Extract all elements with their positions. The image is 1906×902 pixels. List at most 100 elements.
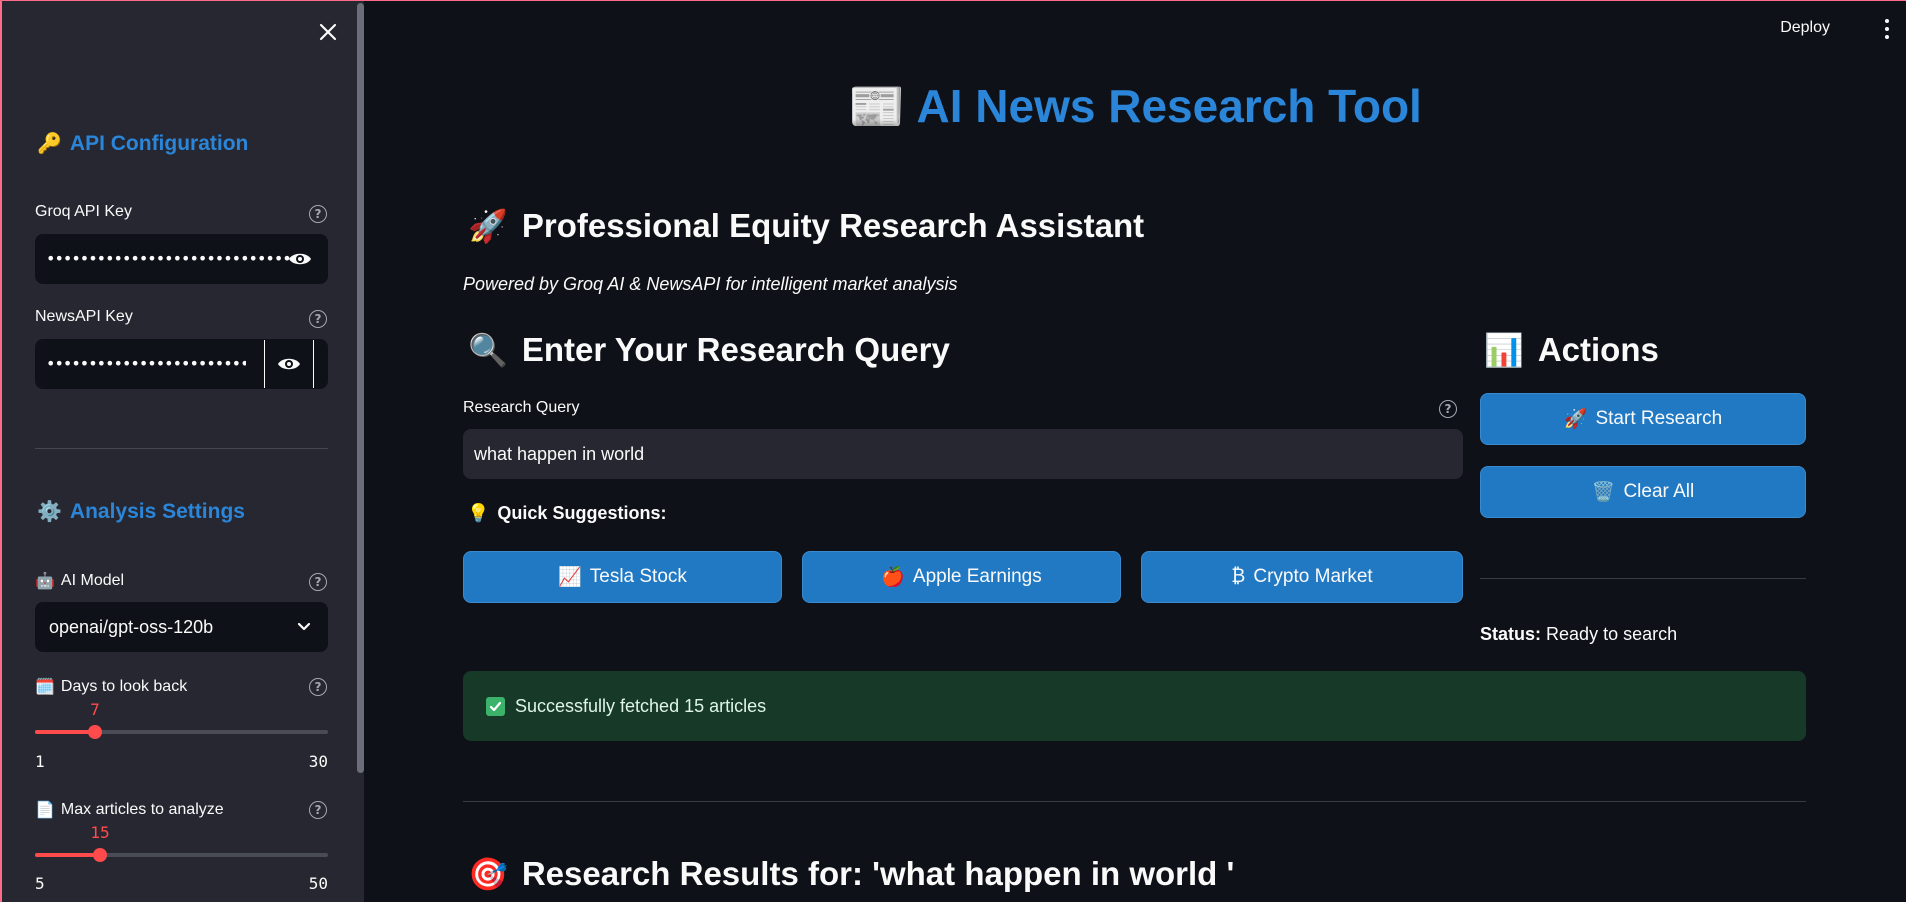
show-password-button[interactable] (286, 247, 314, 271)
close-icon (319, 23, 337, 41)
trash-icon: 🗑️ (1591, 482, 1616, 503)
max-articles-range: 5 50 (35, 874, 328, 893)
rocket-icon: 🚀 (1563, 409, 1588, 430)
magnifier-icon: 🔍 (468, 332, 508, 368)
slider-value: 7 (90, 700, 100, 719)
quick-suggestions-text: Quick Suggestions: (497, 503, 667, 523)
suggestion-label: Apple Earnings (912, 566, 1042, 587)
days-lookback-label: 🗓️ Days to look back (35, 677, 187, 697)
assistant-heading: 🚀 Professional Equity Research Assistant (468, 207, 1144, 245)
suggestion-tesla-stock-button[interactable]: 📈 Tesla Stock (463, 551, 782, 603)
actions-heading: 📊 Actions (1484, 331, 1659, 369)
document-icon: 📄 (35, 802, 55, 819)
newsapi-key-label: NewsAPI Key (35, 308, 133, 325)
main-divider (463, 801, 1806, 802)
eye-icon (289, 253, 311, 265)
ai-model-select[interactable]: openai/gpt-oss-120b (35, 602, 328, 652)
status-text: Status: Ready to search (1480, 624, 1677, 645)
slider-min: 1 (35, 752, 45, 771)
max-articles-label: 📄 Max articles to analyze (35, 800, 224, 820)
key-icon: 🔑 (37, 133, 62, 155)
check-icon (486, 696, 505, 716)
gear-icon: ⚙️ (37, 501, 62, 523)
slider-fill (35, 730, 95, 734)
sidebar-scrollbar[interactable] (357, 3, 364, 773)
start-research-button[interactable]: 🚀 Start Research (1480, 393, 1806, 445)
clear-all-button[interactable]: 🗑️ Clear All (1480, 466, 1806, 518)
max-articles-label-text: Max articles to analyze (60, 801, 224, 818)
sidebar-divider (35, 448, 328, 449)
help-icon[interactable]: ? (1439, 400, 1457, 418)
newsapi-key-value: ••••••••••••••••••••••••••••••••••• (46, 354, 246, 373)
max-articles-slider[interactable]: 15 (35, 823, 328, 865)
groq-api-key-label: Groq API Key (35, 203, 132, 220)
suggestion-apple-earnings-button[interactable]: 🍎 Apple Earnings (802, 551, 1121, 603)
query-heading-text: Enter Your Research Query (521, 331, 950, 368)
suggestion-label: Tesla Stock (589, 566, 687, 587)
page-title: 📰 AI News Research Tool (848, 80, 1422, 132)
slider-fill (35, 853, 100, 857)
success-message: Successfully fetched 15 articles (515, 695, 767, 716)
sidebar: 🔑 API Configuration Groq API Key ? •••••… (0, 0, 364, 902)
research-query-label: Research Query (463, 399, 580, 416)
ai-model-label-text: AI Model (60, 572, 125, 589)
help-icon[interactable]: ? (309, 678, 327, 696)
deploy-button[interactable]: Deploy (1780, 19, 1830, 37)
target-icon: 🎯 (468, 856, 508, 892)
days-lookback-range: 1 30 (35, 752, 328, 771)
status-value: Ready to search (1546, 624, 1678, 644)
show-password-button[interactable] (275, 352, 303, 376)
app-root: 🔑 API Configuration Groq API Key ? •••••… (0, 0, 1906, 902)
days-lookback-label-text: Days to look back (60, 678, 188, 695)
close-sidebar-button[interactable] (314, 18, 342, 46)
bitcoin-icon: ₿ (1231, 566, 1246, 587)
start-research-label: Start Research (1595, 408, 1723, 429)
slider-max: 50 (308, 874, 328, 893)
status-label: Status: (1480, 624, 1542, 644)
lightbulb-icon: 💡 (467, 503, 490, 523)
slider-min: 5 (35, 874, 45, 893)
slider-value: 15 (90, 823, 110, 842)
main-content: Deploy 📰 AI News Research Tool 🚀 Profess… (364, 0, 1906, 902)
query-heading: 🔍 Enter Your Research Query (468, 331, 950, 369)
api-configuration-title: API Configuration (69, 131, 249, 155)
help-icon[interactable]: ? (309, 801, 327, 819)
research-query-input[interactable] (463, 429, 1463, 479)
ai-model-selected-value: openai/gpt-oss-120b (49, 616, 214, 637)
slider-max: 30 (308, 752, 328, 771)
actions-divider (1480, 578, 1806, 579)
suggestion-label: Crypto Market (1253, 566, 1373, 587)
slider-thumb[interactable] (93, 848, 107, 862)
kebab-menu-icon (1885, 19, 1889, 23)
rocket-icon: 🚀 (468, 208, 508, 244)
help-icon[interactable]: ? (309, 205, 327, 223)
calendar-icon: 🗓️ (35, 679, 55, 696)
bar-chart-icon: 📊 (1484, 332, 1524, 368)
help-icon[interactable]: ? (309, 310, 327, 328)
results-heading: 🎯 Research Results for: 'what happen in … (468, 855, 1234, 893)
quick-suggestions-label: 💡 Quick Suggestions: (467, 503, 666, 524)
days-lookback-slider[interactable]: 7 (35, 700, 328, 742)
ai-model-label: 🤖 AI Model (35, 571, 124, 591)
assistant-heading-text: Professional Equity Research Assistant (521, 207, 1145, 244)
chevron-down-icon (297, 622, 311, 631)
chart-increasing-icon: 📈 (558, 567, 582, 588)
subtitle: Powered by Groq AI & NewsAPI for intelli… (463, 274, 958, 294)
suggestion-crypto-market-button[interactable]: ₿ Crypto Market (1141, 551, 1463, 603)
analysis-settings-title: Analysis Settings (69, 499, 245, 523)
eye-icon (278, 358, 300, 370)
groq-api-key-field[interactable]: •••••••••••••••••••••••••••••••••••••• (35, 234, 328, 284)
analysis-settings-heading: ⚙️ Analysis Settings (37, 499, 245, 524)
clear-all-label: Clear All (1623, 481, 1695, 502)
success-alert: Successfully fetched 15 articles (463, 671, 1806, 741)
actions-heading-text: Actions (1537, 331, 1659, 368)
results-heading-text: Research Results for: 'what happen in wo… (521, 855, 1235, 892)
robot-icon: 🤖 (35, 573, 55, 590)
help-icon[interactable]: ? (309, 573, 327, 591)
groq-api-key-value: •••••••••••••••••••••••••••••••••••••• (46, 249, 291, 268)
newsapi-key-field[interactable]: ••••••••••••••••••••••••••••••••••• (35, 339, 328, 389)
api-configuration-heading: 🔑 API Configuration (37, 131, 248, 156)
apple-icon: 🍎 (881, 567, 905, 588)
main-menu-button[interactable] (1880, 17, 1894, 41)
slider-thumb[interactable] (88, 725, 102, 739)
